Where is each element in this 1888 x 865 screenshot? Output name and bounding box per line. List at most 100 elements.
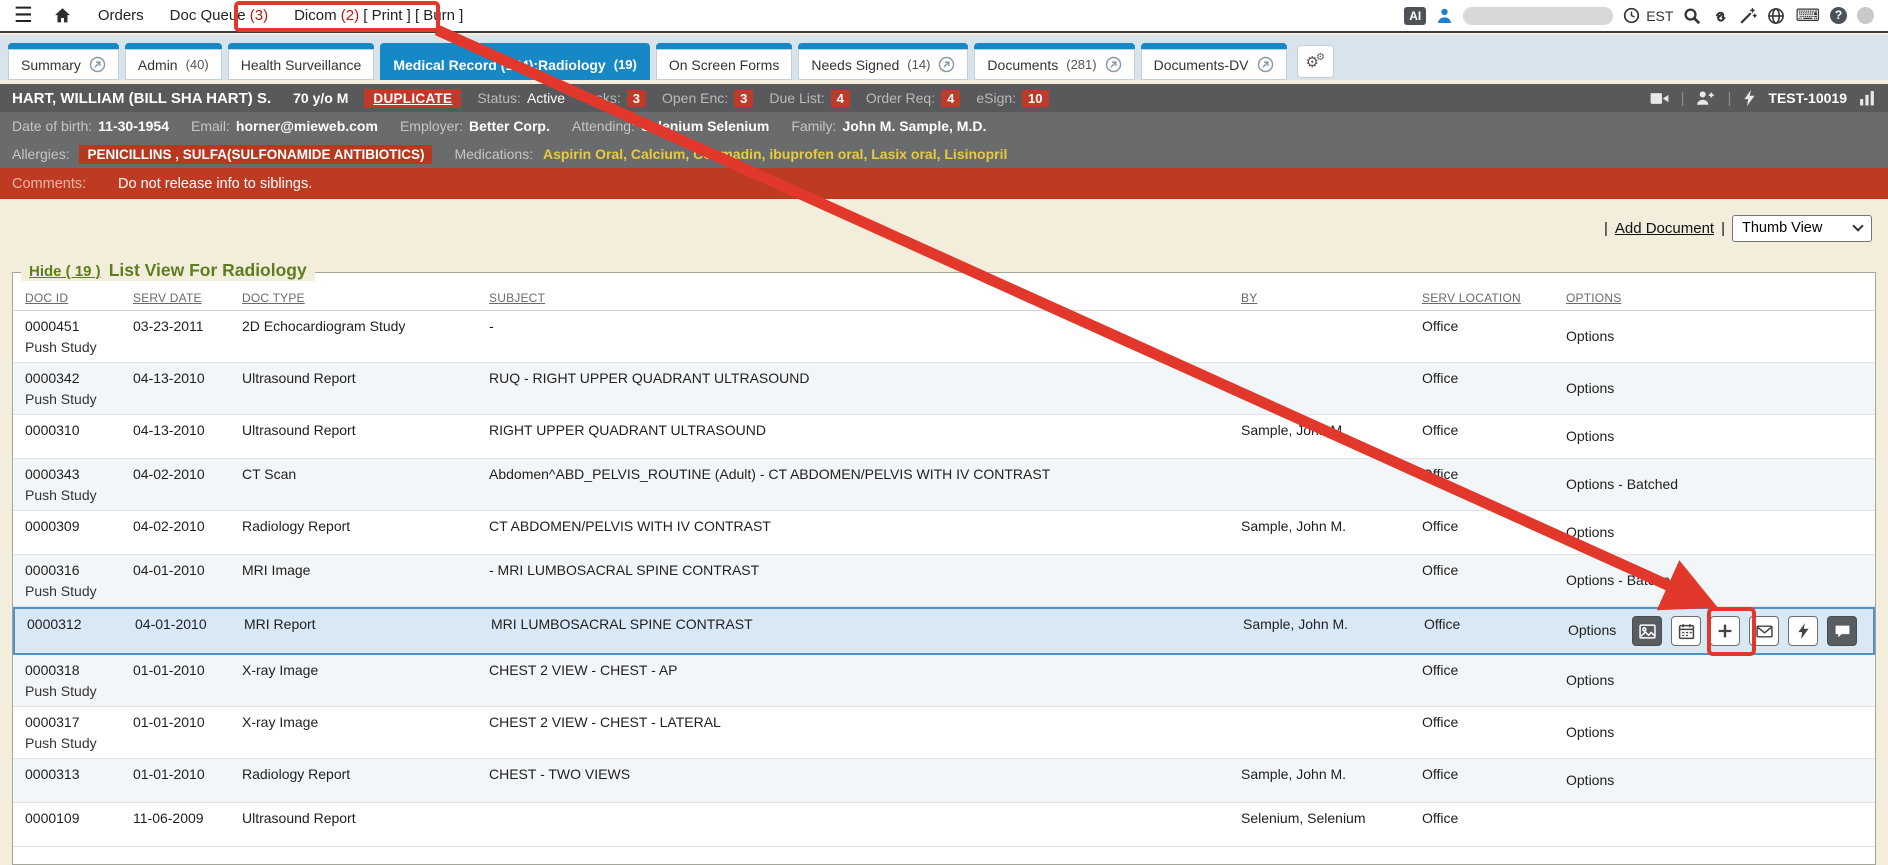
- allergies-badge[interactable]: PENICILLINS , SULFA(SULFONAMIDE ANTIBIOT…: [79, 145, 432, 164]
- nav-dicom[interactable]: Dicom (2) [ Print ] [ Burn ]: [294, 7, 463, 24]
- ai-badge[interactable]: AI: [1404, 7, 1426, 25]
- col-serv-date[interactable]: SERV DATE: [121, 291, 230, 305]
- doc-id[interactable]: 0000309: [25, 518, 117, 536]
- tab-documents[interactable]: Documents (281): [974, 43, 1134, 80]
- doc-type: X-ray Image: [230, 655, 477, 706]
- doc-id[interactable]: 0000313: [25, 766, 117, 784]
- table-row-0000317[interactable]: 0000317Push Study 01-01-2010 X-ray Image…: [13, 707, 1875, 759]
- tab-health-surveillance[interactable]: Health Surveillance: [228, 43, 375, 80]
- options-link[interactable]: Options: [1566, 524, 1614, 542]
- col-options[interactable]: OPTIONS: [1554, 291, 1875, 305]
- table-row-0000343[interactable]: 0000343Push Study 04-02-2010 CT Scan Abd…: [13, 459, 1875, 511]
- serv-location: Office: [1410, 415, 1554, 458]
- push-study-label[interactable]: Push Study: [25, 487, 117, 505]
- hamburger-menu-icon[interactable]: ☰: [14, 3, 33, 28]
- video-camera-icon[interactable]: [1650, 91, 1669, 106]
- serv-date: 01-01-2010: [121, 655, 230, 706]
- options-link[interactable]: Options: [1566, 672, 1614, 690]
- plus-button[interactable]: [1710, 616, 1740, 646]
- user-icon[interactable]: [1436, 7, 1453, 24]
- options-link[interactable]: Options: [1566, 428, 1614, 446]
- add-document-link[interactable]: Add Document: [1615, 220, 1714, 237]
- col-by[interactable]: BY: [1229, 291, 1410, 305]
- table-row-0000109[interactable]: 0000109 11-06-2009 Ultrasound Report Sel…: [13, 803, 1875, 847]
- link-icon[interactable]: [1711, 7, 1729, 25]
- hide-list-link[interactable]: Hide ( 19 ): [29, 263, 101, 280]
- doc-id[interactable]: 0000342: [25, 370, 117, 388]
- help-icon[interactable]: ?: [1830, 7, 1847, 24]
- push-study-label[interactable]: Push Study: [25, 583, 117, 601]
- table-header: DOC ID SERV DATE DOC TYPE SUBJECT BY SER…: [13, 285, 1875, 311]
- envelope-button[interactable]: [1749, 616, 1779, 646]
- table-row-0000342[interactable]: 0000342Push Study 04-13-2010 Ultrasound …: [13, 363, 1875, 415]
- push-study-label[interactable]: Push Study: [25, 735, 117, 753]
- table-row-0000310[interactable]: 0000310 04-13-2010 Ultrasound Report RIG…: [13, 415, 1875, 459]
- tab-on-screen-forms[interactable]: On Screen Forms: [656, 43, 792, 80]
- table-row-0000313[interactable]: 0000313 01-01-2010 Radiology Report CHES…: [13, 759, 1875, 803]
- options-link[interactable]: Options: [1566, 380, 1614, 398]
- doc-id[interactable]: 0000343: [25, 466, 117, 484]
- table-row-0000316[interactable]: 0000316Push Study 04-01-2010 MRI Image -…: [13, 555, 1875, 607]
- avatar-placeholder: [1857, 7, 1874, 24]
- view-mode-select[interactable]: Thumb View: [1732, 215, 1872, 242]
- col-doc-type[interactable]: DOC TYPE: [230, 291, 477, 305]
- search-icon[interactable]: [1683, 7, 1701, 25]
- options-link[interactable]: Options: [1566, 328, 1614, 346]
- options-link[interactable]: Options - Batched: [1566, 572, 1678, 590]
- doc-id[interactable]: 0000317: [25, 714, 117, 732]
- export-image-button[interactable]: [1632, 616, 1662, 646]
- doc-id[interactable]: 0000310: [25, 422, 117, 440]
- table-row-0000451[interactable]: 0000451Push Study 03-23-2011 2D Echocard…: [13, 311, 1875, 363]
- tab-admin[interactable]: Admin (40): [125, 43, 222, 80]
- nav-doc-queue[interactable]: Doc Queue (3): [170, 7, 268, 24]
- home-icon[interactable]: [53, 7, 72, 24]
- push-study-label[interactable]: Push Study: [25, 391, 117, 409]
- due-list-count-badge[interactable]: 4: [831, 90, 850, 107]
- col-subject[interactable]: SUBJECT: [477, 291, 1229, 305]
- lightning-button[interactable]: [1788, 616, 1818, 646]
- external-link-icon: [938, 56, 955, 73]
- esign-count-badge[interactable]: 10: [1022, 90, 1048, 107]
- table-row-0000318[interactable]: 0000318 Push Study 01-01-2010 X-ray Image…: [13, 655, 1875, 707]
- chart-stats-icon[interactable]: [1859, 90, 1876, 106]
- col-doc-id[interactable]: DOC ID: [13, 291, 121, 305]
- keyboard-icon[interactable]: ⌨: [1795, 7, 1820, 24]
- tab-needs-signed[interactable]: Needs Signed (14): [798, 43, 968, 80]
- table-row-0000309[interactable]: 0000309 04-02-2010 Radiology Report CT A…: [13, 511, 1875, 555]
- by: [1229, 707, 1410, 758]
- doc-id[interactable]: 0000316: [25, 562, 117, 580]
- push-study-label[interactable]: Push Study: [25, 683, 117, 701]
- table-row-0000312[interactable]: 0000312 04-01-2010 MRI Report MRI LUMBOS…: [13, 607, 1875, 655]
- globe-icon[interactable]: [1767, 7, 1785, 25]
- nav-orders[interactable]: Orders: [98, 7, 144, 24]
- tab-settings-gear-button[interactable]: ⚙⚙: [1297, 45, 1334, 78]
- lightning-icon[interactable]: [1743, 90, 1756, 106]
- options-link[interactable]: Options: [1566, 724, 1614, 742]
- calendar-button[interactable]: [1671, 616, 1701, 646]
- col-serv-location[interactable]: SERV LOCATION: [1410, 291, 1554, 305]
- tasks-count-badge[interactable]: 3: [627, 90, 646, 107]
- lightning-icon: [1796, 623, 1811, 639]
- order-req-count-badge[interactable]: 4: [941, 90, 960, 107]
- tab-medical-record-174-radiology[interactable]: Medical Record (174):Radiology (19): [380, 43, 650, 80]
- clock-icon[interactable]: [1623, 7, 1640, 24]
- serv-location: Office: [1410, 759, 1554, 802]
- medications-list[interactable]: Aspirin Oral, Calcium, Coumadin, ibuprof…: [543, 146, 1007, 162]
- open-enc-count-badge[interactable]: 3: [734, 90, 753, 107]
- options-link[interactable]: Options: [1566, 772, 1614, 790]
- tab-documents-dv[interactable]: Documents-DV: [1141, 43, 1287, 80]
- add-person-icon[interactable]: [1696, 90, 1715, 106]
- doc-id[interactable]: 0000312: [27, 616, 119, 634]
- external-link-icon: [89, 56, 106, 73]
- push-study-label[interactable]: Push Study: [25, 339, 117, 357]
- options-link[interactable]: Options: [1568, 622, 1616, 640]
- wand-icon[interactable]: [1739, 7, 1757, 25]
- options-link[interactable]: Options - Batched: [1566, 476, 1678, 494]
- tab-label: Documents-DV: [1154, 57, 1249, 73]
- doc-id[interactable]: 0000451: [25, 318, 117, 336]
- tab-summary[interactable]: Summary: [8, 43, 119, 80]
- doc-id[interactable]: 0000318: [25, 662, 117, 680]
- duplicate-badge[interactable]: DUPLICATE: [364, 89, 461, 108]
- subject: RUQ - RIGHT UPPER QUADRANT ULTRASOUND: [477, 363, 1229, 414]
- chat-button[interactable]: [1827, 616, 1857, 646]
